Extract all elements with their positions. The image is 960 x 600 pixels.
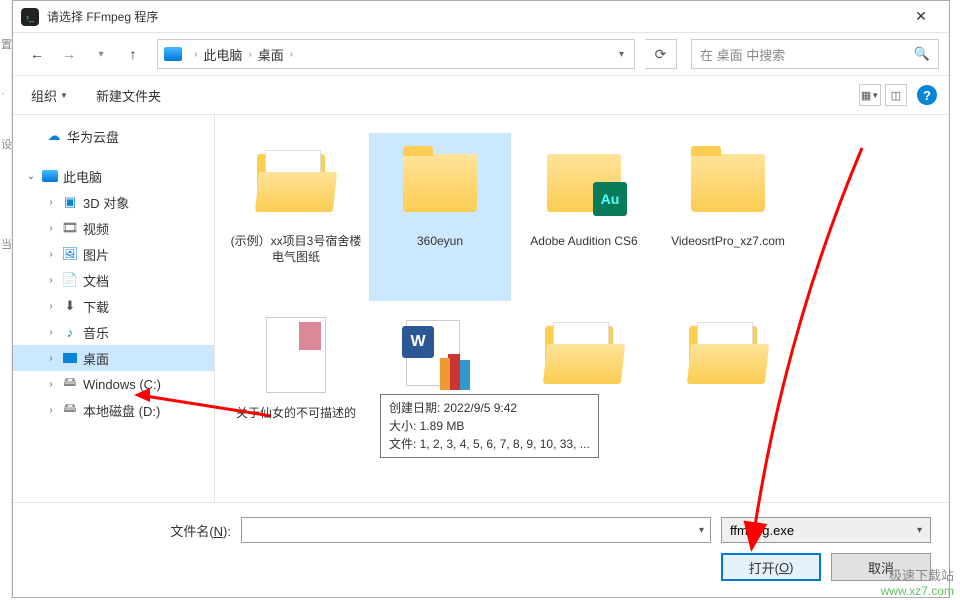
- file-item[interactable]: (示例）xx项目3号宿舍楼电气图纸: [225, 133, 367, 301]
- preview-pane-button[interactable]: ◫: [885, 84, 907, 106]
- desktop-icon: [61, 350, 79, 366]
- image-icon: 🖼: [61, 246, 79, 262]
- breadcrumb-current[interactable]: 桌面: [258, 45, 284, 64]
- sidebar: ☁ 华为云盘 ⌄ 此电脑 › ▣ 3D 对象 › 🎞 视频 › 🖼: [13, 115, 215, 502]
- filename-label: 文件名(N):: [31, 521, 231, 540]
- address-dropdown[interactable]: ▾: [615, 49, 628, 60]
- breadcrumb-root[interactable]: 此电脑: [203, 45, 242, 64]
- tooltip: 创建日期: 2022/9/5 9:42 大小: 1.89 MB 文件: 1, 2…: [380, 394, 599, 458]
- refresh-button[interactable]: ⟳: [645, 39, 677, 69]
- video-icon: 🎞: [61, 220, 79, 236]
- chevron-right-icon: ›: [290, 49, 293, 60]
- sidebar-item-pc[interactable]: ⌄ 此电脑: [13, 163, 214, 189]
- download-icon: ⬇: [61, 298, 79, 314]
- cloud-icon: ☁: [45, 128, 63, 144]
- sidebar-item-3d[interactable]: › ▣ 3D 对象: [13, 189, 214, 215]
- sidebar-item-pictures[interactable]: › 🖼 图片: [13, 241, 214, 267]
- sidebar-item-cdrive[interactable]: › 🖴 Windows (C:): [13, 371, 214, 397]
- titlebar: ›_ 请选择 FFmpeg 程序 ✕: [13, 1, 949, 33]
- file-item[interactable]: Au Adobe Audition CS6: [513, 133, 655, 301]
- new-folder-button[interactable]: 新建文件夹: [90, 82, 167, 109]
- up-button[interactable]: ↑: [119, 40, 147, 68]
- filename-input[interactable]: ▾: [241, 517, 711, 543]
- drive-icon: 🖴: [61, 402, 79, 418]
- search-placeholder: 在 桌面 中搜索: [700, 45, 785, 64]
- folder-icon: [403, 154, 477, 212]
- sidebar-item-ddrive[interactable]: › 🖴 本地磁盘 (D:): [13, 397, 214, 423]
- address-bar[interactable]: › 此电脑 › 桌面 › ▾: [157, 39, 635, 69]
- annotation-arrow: [682, 138, 942, 578]
- sidebar-item-documents[interactable]: › 📄 文档: [13, 267, 214, 293]
- pc-icon: [164, 47, 182, 61]
- help-icon[interactable]: ?: [917, 85, 937, 105]
- document-icon: [266, 317, 326, 393]
- sidebar-item-downloads[interactable]: › ⬇ 下载: [13, 293, 214, 319]
- forward-button: →: [55, 40, 83, 68]
- pc-icon: [41, 168, 59, 184]
- archive-icon: W: [406, 320, 474, 390]
- chevron-right-icon[interactable]: ›: [45, 197, 57, 208]
- sidebar-item-desktop[interactable]: › 桌面: [13, 345, 214, 371]
- app-icon: ›_: [21, 8, 39, 26]
- dialog-title: 请选择 FFmpeg 程序: [47, 8, 901, 25]
- cube-icon: ▣: [61, 194, 79, 210]
- nav-bar: ← → ▾ ↑ › 此电脑 › 桌面 › ▾ ⟳ 在 桌面 中搜索 🔍: [13, 33, 949, 75]
- folder-icon: Au: [547, 154, 621, 212]
- file-item[interactable]: 360eyun: [369, 133, 511, 301]
- chevron-right-icon: ›: [194, 49, 197, 60]
- organize-menu[interactable]: 组织▼: [25, 82, 74, 109]
- sidebar-item-video[interactable]: › 🎞 视频: [13, 215, 214, 241]
- toolbar: 组织▼ 新建文件夹 ▦ ▼ ◫ ?: [13, 75, 949, 115]
- file-item[interactable]: 关于仙女的不可描述的: [225, 305, 367, 473]
- search-icon: 🔍: [914, 46, 930, 62]
- drive-icon: 🖴: [61, 376, 79, 392]
- chevron-down-icon[interactable]: ⌄: [25, 171, 37, 182]
- back-button[interactable]: ←: [23, 40, 51, 68]
- recent-dropdown[interactable]: ▾: [87, 40, 115, 68]
- music-icon: ♪: [61, 324, 79, 340]
- chevron-right-icon: ›: [248, 49, 251, 60]
- document-icon: 📄: [61, 272, 79, 288]
- search-input[interactable]: 在 桌面 中搜索 🔍: [691, 39, 939, 69]
- view-mode-button[interactable]: ▦ ▼: [859, 84, 881, 106]
- close-button[interactable]: ✕: [901, 8, 941, 25]
- watermark: 极速下载站 www.xz7.com: [881, 568, 954, 598]
- sidebar-item-cloud[interactable]: ☁ 华为云盘: [13, 123, 214, 149]
- sidebar-item-music[interactable]: › ♪ 音乐: [13, 319, 214, 345]
